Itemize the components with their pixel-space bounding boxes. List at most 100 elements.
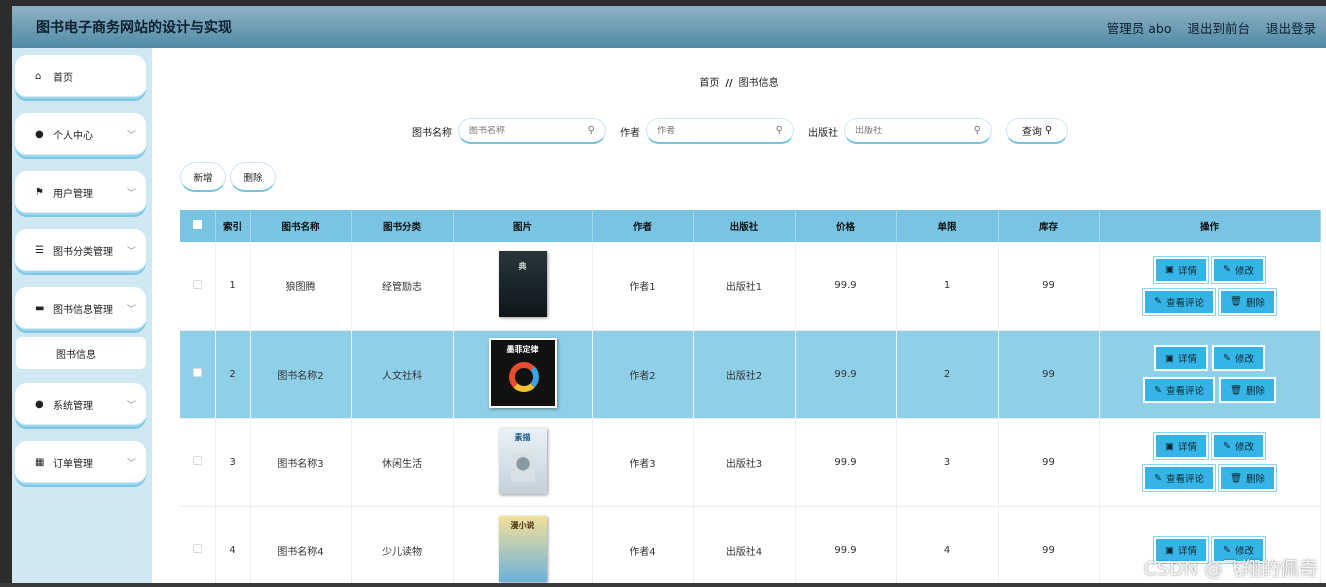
breadcrumb-home[interactable]: 首页	[699, 78, 719, 89]
sidebar-item-user-management[interactable]: ⚑ 用户管理 ﹀	[15, 171, 146, 215]
edit-button[interactable]: ✎ 修改	[1214, 435, 1263, 457]
cell-author: 作者2	[592, 330, 694, 419]
sidebar-item-personal-center[interactable]: ● 个人中心 ﹀	[15, 113, 146, 157]
sidebar-item-category-management[interactable]: ☰ 图书分类管理 ﹀	[15, 229, 146, 273]
column-header: 单限	[896, 210, 999, 242]
book-cover-image: 典	[498, 251, 547, 318]
chevron-down-icon: ﹀	[126, 305, 136, 315]
table-header-row: 索引 图书名称 图书分类 图片 作者 出版社 价格 单限 库存 操作	[180, 210, 1321, 242]
table-row[interactable]: 3 图书名称3 休闲生活 素描 作者3 出版社3 99.9 3 99 ▣ 详情 ✎…	[180, 418, 1321, 507]
author-field[interactable]: ⚲	[646, 118, 794, 144]
delete-button[interactable]: 🗑 删除	[1220, 379, 1275, 401]
book-cover-image: 漫小说	[498, 515, 547, 582]
book-cover-image: 墨菲定律	[488, 337, 557, 408]
cell-category: 少儿读物	[351, 506, 454, 587]
book-name-field[interactable]: ⚲	[458, 118, 606, 144]
sidebar-item-label: 图书分类管理	[53, 246, 113, 258]
search-icon: ⚲	[1044, 125, 1053, 136]
column-header: 价格	[795, 210, 897, 242]
cell-cover: 素描	[453, 418, 593, 507]
sidebar-item-book-info-management[interactable]: ▬ 图书信息管理 ﹀	[15, 287, 146, 331]
header-links: 管理员 abo 退出到前台 退出登录	[1107, 18, 1316, 37]
row-checkbox[interactable]	[180, 418, 216, 507]
table-row[interactable]: 2 图书名称2 人文社科 墨菲定律 作者2 出版社2 99.9 2 99 ▣ 详情…	[180, 330, 1321, 419]
grid-icon: ▦	[35, 456, 45, 468]
view-comments-button[interactable]: ✎ 查看评论	[1144, 379, 1213, 401]
column-header: 图书分类	[351, 210, 454, 242]
sidebar-item-system-management[interactable]: ● 系统管理 ﹀	[15, 383, 146, 427]
publisher-label: 出版社	[808, 127, 838, 139]
cell-publisher: 出版社2	[693, 330, 796, 419]
cell-stock: 99	[998, 506, 1100, 587]
cell-publisher: 出版社4	[693, 506, 796, 587]
cell-cover: 漫小说	[453, 506, 593, 587]
chevron-down-icon: ﹀	[126, 189, 136, 199]
publisher-input[interactable]	[855, 125, 965, 136]
flag-icon: ⚑	[35, 186, 44, 198]
sidebar-item-home[interactable]: ⌂ 首页	[15, 55, 146, 99]
publisher-field[interactable]: ⚲	[844, 118, 992, 144]
cell-index: 2	[215, 330, 251, 419]
batch-delete-button[interactable]: 删除	[230, 162, 276, 192]
breadcrumb-current: 图书信息	[738, 78, 779, 89]
column-header: 图书名称	[250, 210, 352, 242]
detail-button[interactable]: ▣ 详情	[1156, 435, 1206, 457]
search-icon: ⚲	[587, 125, 595, 136]
trash-icon: 🗑	[1229, 384, 1243, 396]
cell-index: 3	[215, 418, 251, 507]
row-checkbox[interactable]	[180, 242, 216, 331]
book-table: 索引 图书名称 图书分类 图片 作者 出版社 价格 单限 库存 操作 1 狼图腾	[180, 210, 1321, 587]
book-name-input[interactable]	[469, 125, 579, 136]
cell-cover: 墨菲定律	[453, 330, 593, 419]
cell-author: 作者4	[592, 506, 694, 587]
view-comments-button[interactable]: ✎ 查看评论	[1144, 467, 1213, 489]
sidebar-item-label: 用户管理	[53, 188, 93, 200]
cell-publisher: 出版社1	[693, 242, 796, 331]
column-header: 图片	[453, 210, 593, 242]
action-bar: 新增 删除	[180, 162, 276, 192]
edit-button[interactable]: ✎ 修改	[1214, 347, 1263, 369]
row-checkbox[interactable]	[180, 506, 216, 587]
edit-icon: ✎	[1223, 352, 1231, 364]
delete-button[interactable]: 🗑 删除	[1220, 467, 1275, 489]
detail-button[interactable]: ▣ 详情	[1156, 258, 1206, 281]
author-input[interactable]	[657, 125, 767, 136]
add-button[interactable]: 新增	[180, 162, 226, 192]
cell-operations: ▣ 详情 ✎ 修改 ✎ 查看评论 🗑 删除	[1099, 418, 1321, 507]
detail-button[interactable]: ▣ 详情	[1156, 347, 1206, 369]
detail-icon: ▣	[1165, 352, 1174, 364]
delete-button[interactable]: 🗑 删除	[1220, 290, 1275, 313]
cell-category: 经管励志	[351, 242, 454, 331]
watermark: CSDN @飞翔的佩奇	[1143, 558, 1318, 580]
cell-price: 99.9	[795, 506, 897, 587]
cell-stock: 99	[998, 418, 1100, 507]
submenu-book-info[interactable]: 图书信息	[16, 337, 146, 369]
sidebar-item-order-management[interactable]: ▦ 订单管理 ﹀	[15, 441, 146, 485]
cell-category: 人文社科	[351, 330, 454, 419]
sidebar-item-label: 图书信息管理	[53, 304, 113, 316]
table-row[interactable]: 1 狼图腾 经管励志 典 作者1 出版社1 99.9 1 99 ▣ 详情 ✎ 修改	[180, 242, 1321, 331]
cell-stock: 99	[998, 330, 1100, 419]
breadcrumb-separator: //	[725, 78, 733, 89]
chevron-down-icon: ﹀	[126, 401, 136, 411]
logout-link[interactable]: 退出登录	[1266, 18, 1316, 37]
breadcrumb: 首页 // 图书信息	[152, 74, 1326, 89]
cell-book-name: 狼图腾	[250, 242, 352, 331]
chevron-down-icon: ﹀	[126, 459, 136, 469]
video-progress-bar	[0, 583, 1326, 587]
select-all-checkbox[interactable]	[180, 210, 216, 242]
cell-author: 作者1	[592, 242, 694, 331]
view-comments-button[interactable]: ✎ 查看评论	[1144, 290, 1213, 313]
edit-button[interactable]: ✎ 修改	[1214, 258, 1263, 281]
site-title: 图书电子商务网站的设计与实现	[36, 20, 232, 36]
exit-to-front-link[interactable]: 退出到前台	[1187, 18, 1250, 37]
detail-icon: ▣	[1165, 440, 1174, 452]
query-button[interactable]: 查询 ⚲	[1006, 118, 1068, 144]
cell-book-name: 图书名称4	[250, 506, 352, 587]
cell-index: 4	[215, 506, 251, 587]
row-checkbox[interactable]	[180, 330, 216, 419]
edit-icon: ✎	[1223, 264, 1231, 276]
cell-limit: 1	[896, 242, 999, 331]
sidebar-item-label: 个人中心	[53, 130, 93, 142]
cell-publisher: 出版社3	[693, 418, 796, 507]
